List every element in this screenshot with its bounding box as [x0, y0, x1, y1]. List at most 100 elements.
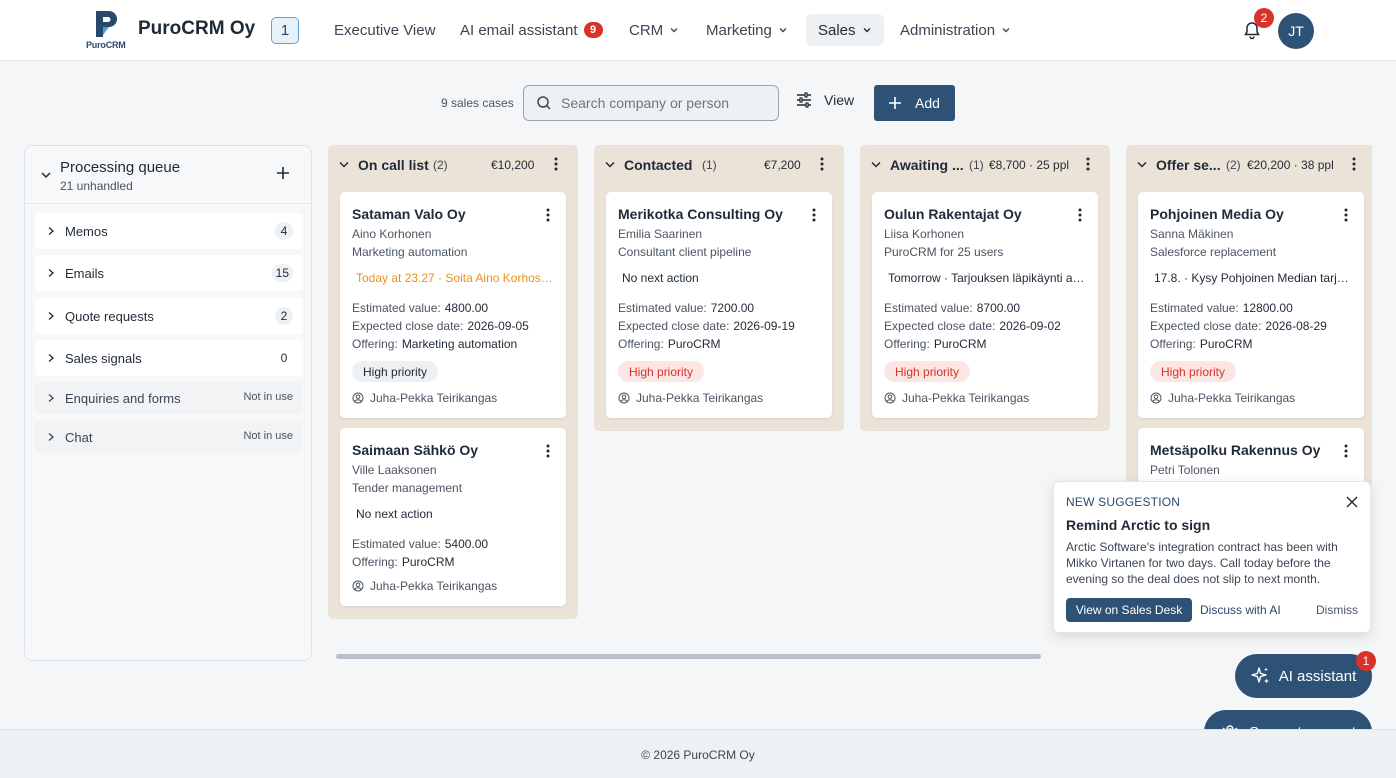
priority-badge: High priority	[1150, 361, 1237, 382]
view-label: View	[824, 92, 855, 108]
field-value: PuroCRM	[933, 337, 987, 351]
plus-icon[interactable]	[276, 166, 290, 180]
more-vertical-icon[interactable]	[1344, 444, 1348, 458]
chevron-down-icon[interactable]	[1136, 160, 1148, 170]
user-avatar[interactable]: JT	[1278, 13, 1314, 49]
queue-item-enquiries-and-forms[interactable]: Enquiries and forms Not in use	[35, 382, 303, 414]
workspace-badge[interactable]: 1	[271, 17, 299, 44]
brand-name[interactable]: PuroCRM Oy	[138, 18, 255, 40]
more-vertical-icon[interactable]	[546, 208, 550, 222]
top-navigation-bar: PuroCRM PuroCRM Oy 1 Executive View AI e…	[0, 0, 1396, 61]
field-value: 2026-09-19	[733, 319, 795, 333]
column-header[interactable]: Offer se... (2) €20,200 · 38 ppl	[1126, 145, 1372, 185]
card-company: Oulun Rakentajat Oy	[884, 206, 1022, 222]
ai-assistant-badge: 1	[1356, 651, 1376, 671]
queue-item-sales-signals[interactable]: Sales signals 0	[35, 340, 303, 376]
chevron-down-icon[interactable]	[40, 170, 52, 180]
queue-item-emails[interactable]: Emails 15	[35, 255, 303, 291]
column-header[interactable]: Contacted (1) €7,200	[594, 145, 844, 185]
card-next-action[interactable]: 17.8. · Kysy Pohjoinen Median tarjoukses…	[1154, 271, 1352, 285]
sales-case-card[interactable]: Metsäpolku Rakennus Oy Petri Tolonen	[1138, 428, 1364, 485]
queue-item-chat[interactable]: Chat Not in use	[35, 421, 303, 453]
sales-case-card[interactable]: Saimaan Sähkö Oy Ville Laaksonen Tender …	[340, 428, 566, 606]
card-owner: Juha-Pekka Teirikangas	[352, 579, 497, 593]
close-icon[interactable]	[1346, 496, 1358, 508]
brand-logo[interactable]: PuroCRM	[86, 9, 128, 51]
more-vertical-icon[interactable]	[1352, 157, 1356, 171]
view-options-button[interactable]: View	[796, 92, 854, 108]
nav-sales[interactable]: Sales	[806, 14, 884, 46]
ai-assistant-button[interactable]: AI assistant	[1235, 654, 1372, 698]
user-circle-icon	[352, 580, 364, 592]
nav-ai-email-assistant[interactable]: AI email assistant 9	[448, 14, 615, 46]
sales-case-card[interactable]: Sataman Valo Oy Aino Korhonen Marketing …	[340, 192, 566, 418]
pipeline-column-offer-sent: Offer se... (2) €20,200 · 38 ppl Pohjoin…	[1126, 145, 1372, 485]
field-value: 2026-09-02	[999, 319, 1061, 333]
more-vertical-icon[interactable]	[1344, 208, 1348, 222]
field-label: Offering:	[352, 555, 398, 569]
board-horizontal-scrollbar[interactable]	[336, 654, 1041, 659]
processing-queue-header[interactable]: Processing queue 21 unhandled	[25, 146, 311, 204]
more-vertical-icon[interactable]	[1078, 208, 1082, 222]
chevron-down-icon	[670, 28, 678, 33]
unread-count-badge: 9	[583, 22, 603, 38]
card-owner: Juha-Pekka Teirikangas	[618, 391, 763, 405]
field-label: Offering:	[884, 337, 930, 351]
card-contact-person: Emilia Saarinen	[618, 227, 703, 241]
card-topic: Tender management	[352, 481, 463, 495]
sales-case-card[interactable]: Merikotka Consulting Oy Emilia Saarinen …	[606, 192, 832, 418]
card-next-action[interactable]: Tomorrow · Tarjouksen läpikäynti asiakka…	[888, 271, 1086, 285]
chevron-down-icon[interactable]	[338, 160, 350, 170]
sales-case-card[interactable]: Oulun Rakentajat Oy Liisa Korhonen PuroC…	[872, 192, 1098, 418]
ai-assistant-label: AI assistant	[1278, 667, 1357, 685]
chevron-down-icon	[863, 28, 871, 33]
queue-item-memos[interactable]: Memos 4	[35, 213, 303, 249]
discuss-with-ai-button[interactable]: Discuss with AI	[1200, 603, 1281, 617]
add-button[interactable]: Add	[874, 85, 955, 121]
card-offering: Offering: PuroCRM	[352, 555, 455, 569]
view-on-sales-desk-button[interactable]: View on Sales Desk	[1066, 598, 1192, 622]
column-title: On call list	[358, 157, 429, 173]
nav-administration[interactable]: Administration	[888, 14, 1023, 46]
chevron-down-icon[interactable]	[604, 160, 616, 170]
sales-case-card[interactable]: Pohjoinen Media Oy Sanna Mäkinen Salesfo…	[1138, 192, 1364, 418]
queue-title: Processing queue	[60, 159, 181, 176]
dismiss-button[interactable]: Dismiss	[1316, 603, 1358, 617]
card-next-action[interactable]: No next action	[356, 507, 554, 521]
notification-count-badge: 2	[1254, 8, 1274, 28]
more-vertical-icon[interactable]	[1086, 157, 1090, 171]
more-vertical-icon[interactable]	[812, 208, 816, 222]
suggestion-body: Arctic Software's integration contract h…	[1066, 540, 1338, 586]
nav-crm[interactable]: CRM	[617, 14, 691, 46]
field-label: Estimated value:	[1150, 301, 1239, 315]
chevron-right-icon	[48, 433, 54, 441]
queue-item-label: Chat	[65, 429, 93, 445]
nav-label: AI email assistant	[460, 21, 578, 39]
chevron-down-icon[interactable]	[870, 160, 882, 170]
search-input[interactable]	[561, 95, 761, 111]
column-header[interactable]: Awaiting ... (1) €8,700 · 25 ppl	[860, 145, 1110, 185]
chevron-right-icon	[48, 269, 54, 277]
field-value: 5400.00	[444, 537, 489, 551]
card-estimated-value: Estimated value: 12800.00	[1150, 301, 1293, 315]
chevron-right-icon	[48, 312, 54, 320]
page-footer: © 2026 PuroCRM Oy	[0, 729, 1396, 778]
column-header[interactable]: On call list (2) €10,200	[328, 145, 578, 185]
queue-item-quote-requests[interactable]: Quote requests 2	[35, 298, 303, 334]
nav-marketing[interactable]: Marketing	[694, 14, 800, 46]
search-icon	[537, 96, 551, 110]
search-box[interactable]	[523, 85, 779, 121]
field-value: PuroCRM	[667, 337, 721, 351]
nav-executive-view[interactable]: Executive View	[322, 14, 447, 46]
card-estimated-value: Estimated value: 8700.00	[884, 301, 1020, 315]
chevron-right-icon	[48, 354, 54, 362]
card-next-action[interactable]: Today at 23.27 · Soita Aino Korhoselle	[356, 271, 554, 285]
column-case-count: (1)	[969, 158, 984, 172]
more-vertical-icon[interactable]	[820, 157, 824, 171]
priority-badge: High priority	[884, 361, 971, 382]
more-vertical-icon[interactable]	[554, 157, 558, 171]
nav-label: Administration	[900, 21, 996, 39]
card-next-action[interactable]: No next action	[622, 271, 820, 285]
card-close-date: Expected close date: 2026-09-05	[352, 319, 529, 333]
more-vertical-icon[interactable]	[546, 444, 550, 458]
